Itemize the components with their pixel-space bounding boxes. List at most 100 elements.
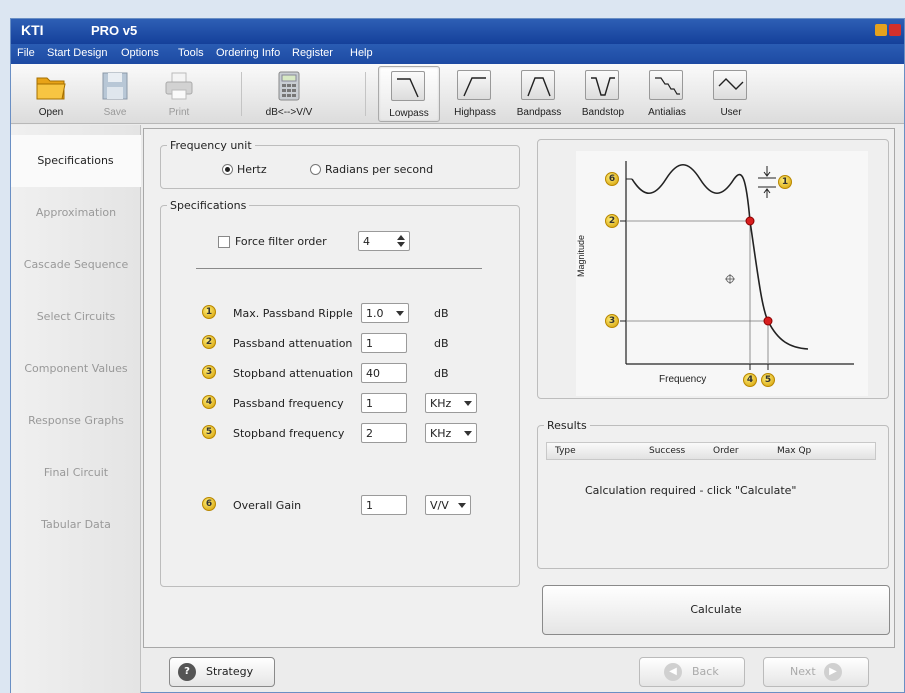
menu-help[interactable]: Help	[350, 47, 373, 59]
user-button[interactable]: User	[701, 66, 761, 122]
save-button[interactable]: Save	[85, 66, 145, 122]
ripple-unit: dB	[434, 307, 449, 320]
stopband-frequency-unit-select[interactable]: KHz	[425, 423, 477, 443]
bottom-bar: ? Strategy ◀ Back Next ▶	[143, 648, 895, 693]
frequency-unit-legend: Frequency unit	[170, 139, 252, 152]
passband-frequency-label: Passband frequency	[233, 397, 344, 410]
bandpass-icon	[521, 70, 555, 100]
sidebar-item-approximation[interactable]: Approximation	[11, 187, 141, 239]
specifications-legend: Specifications	[170, 199, 247, 212]
chevron-down-icon	[396, 311, 404, 316]
strategy-button[interactable]: ? Strategy	[169, 657, 275, 687]
hertz-radio[interactable]	[222, 164, 233, 175]
stopband-attenuation-input[interactable]: 40	[361, 363, 407, 383]
open-button[interactable]: Open	[21, 66, 81, 122]
open-label: Open	[38, 107, 64, 118]
spin-down-icon[interactable]	[397, 242, 405, 247]
passband-attenuation-input[interactable]: 1	[361, 333, 407, 353]
divider	[196, 268, 482, 269]
bandstop-label: Bandstop	[581, 107, 625, 118]
antialias-button[interactable]: Antialias	[637, 66, 697, 122]
stopband-frequency-unit: KHz	[430, 427, 452, 440]
radians-label[interactable]: Radians per second	[325, 163, 433, 176]
calculate-button[interactable]: Calculate	[542, 585, 890, 635]
passband-frequency-unit-select[interactable]: KHz	[425, 393, 477, 413]
bandpass-label: Bandpass	[516, 107, 562, 118]
sidebar-item-component-values[interactable]: Component Values	[11, 343, 141, 395]
convert-button[interactable]: dB<-->V/V	[254, 66, 324, 122]
force-order-label[interactable]: Force filter order	[235, 235, 327, 248]
overall-gain-label: Overall Gain	[233, 499, 302, 512]
sidebar-item-cascade-sequence[interactable]: Cascade Sequence	[11, 239, 141, 291]
menu-options[interactable]: Options	[121, 47, 159, 59]
diagram-panel: Magnitude Frequency 6 2 3 1 4 5	[537, 139, 889, 399]
save-icon	[102, 72, 128, 100]
folder-icon	[36, 77, 66, 100]
order-value: 4	[363, 235, 370, 248]
toolbar-separator	[241, 72, 242, 116]
sidebar-item-response-graphs[interactable]: Response Graphs	[11, 395, 141, 447]
marker-4: 4	[202, 395, 216, 409]
menu-tools[interactable]: Tools	[178, 47, 204, 59]
marker-3: 3	[202, 365, 216, 379]
passband-frequency-unit: KHz	[430, 397, 452, 410]
radians-radio[interactable]	[310, 164, 321, 175]
magnitude-axis-label: Magnitude	[576, 234, 587, 278]
passband-attenuation-label: Passband attenuation	[233, 337, 353, 350]
menu-file[interactable]: File	[17, 47, 35, 59]
stopband-attenuation-unit: dB	[434, 367, 449, 380]
results-legend: Results	[547, 419, 587, 432]
max-passband-ripple-select[interactable]: 1.0	[361, 303, 409, 323]
response-diagram: Magnitude Frequency 6 2 3 1 4 5	[576, 151, 868, 396]
overall-gain-input[interactable]: 1	[361, 495, 407, 515]
spin-up-icon[interactable]	[397, 235, 405, 240]
menu-ordering-info[interactable]: Ordering Info	[216, 47, 280, 59]
print-label: Print	[168, 107, 190, 118]
minimize-icon[interactable]	[875, 24, 887, 36]
chevron-down-icon	[464, 401, 472, 406]
menu-register[interactable]: Register	[292, 47, 333, 59]
sidebar-item-tabular-data[interactable]: Tabular Data	[11, 499, 141, 551]
lowpass-label: Lowpass	[389, 108, 429, 119]
order-stepper[interactable]: 4	[358, 231, 410, 251]
diagram-marker-5: 5	[761, 373, 775, 387]
app-version: PRO v5	[91, 23, 138, 38]
title-bar: KTI PRO v5	[11, 19, 904, 44]
stopband-frequency-label: Stopband frequency	[233, 427, 345, 440]
menu-start-design[interactable]: Start Design	[47, 47, 108, 59]
marker-1: 1	[202, 305, 216, 319]
overall-gain-unit-select[interactable]: V/V	[425, 495, 471, 515]
sidebar-item-final-circuit[interactable]: Final Circuit	[11, 447, 141, 499]
force-order-checkbox[interactable]	[218, 236, 230, 248]
close-icon[interactable]	[889, 24, 901, 36]
strategy-label: Strategy	[206, 665, 254, 678]
stopband-attenuation-label: Stopband attenuation	[233, 367, 354, 380]
back-button[interactable]: ◀ Back	[639, 657, 745, 687]
hertz-label[interactable]: Hertz	[237, 163, 267, 176]
next-button[interactable]: Next ▶	[763, 657, 869, 687]
passband-frequency-input[interactable]: 1	[361, 393, 407, 413]
results-col-max-qp: Max Qp	[777, 446, 812, 456]
highpass-icon	[457, 70, 491, 100]
max-passband-ripple-value: 1.0	[366, 307, 384, 320]
diagram-marker-1: 1	[778, 175, 792, 189]
results-message: Calculation required - click "Calculate"	[585, 484, 797, 497]
bandstop-icon	[585, 70, 619, 100]
results-col-type: Type	[555, 446, 576, 456]
results-header: Type Success Order Max Qp	[546, 442, 876, 460]
sidebar-item-specifications[interactable]: Specifications	[11, 135, 141, 187]
sidebar: Specifications Approximation Cascade Seq…	[11, 125, 141, 693]
antialias-label: Antialias	[648, 107, 686, 118]
stopband-frequency-input[interactable]: 2	[361, 423, 407, 443]
print-button[interactable]: Print	[149, 66, 209, 122]
bandstop-button[interactable]: Bandstop	[573, 66, 633, 122]
highpass-button[interactable]: Highpass	[445, 66, 505, 122]
diagram-marker-2: 2	[605, 214, 619, 228]
results-col-order: Order	[713, 446, 739, 456]
sidebar-item-select-circuits[interactable]: Select Circuits	[11, 291, 141, 343]
lowpass-button[interactable]: Lowpass	[378, 66, 440, 122]
marker-6: 6	[202, 497, 216, 511]
bandpass-button[interactable]: Bandpass	[509, 66, 569, 122]
help-icon: ?	[178, 663, 196, 681]
app-window: KTI PRO v5 File Start Design Options Too…	[10, 18, 905, 693]
